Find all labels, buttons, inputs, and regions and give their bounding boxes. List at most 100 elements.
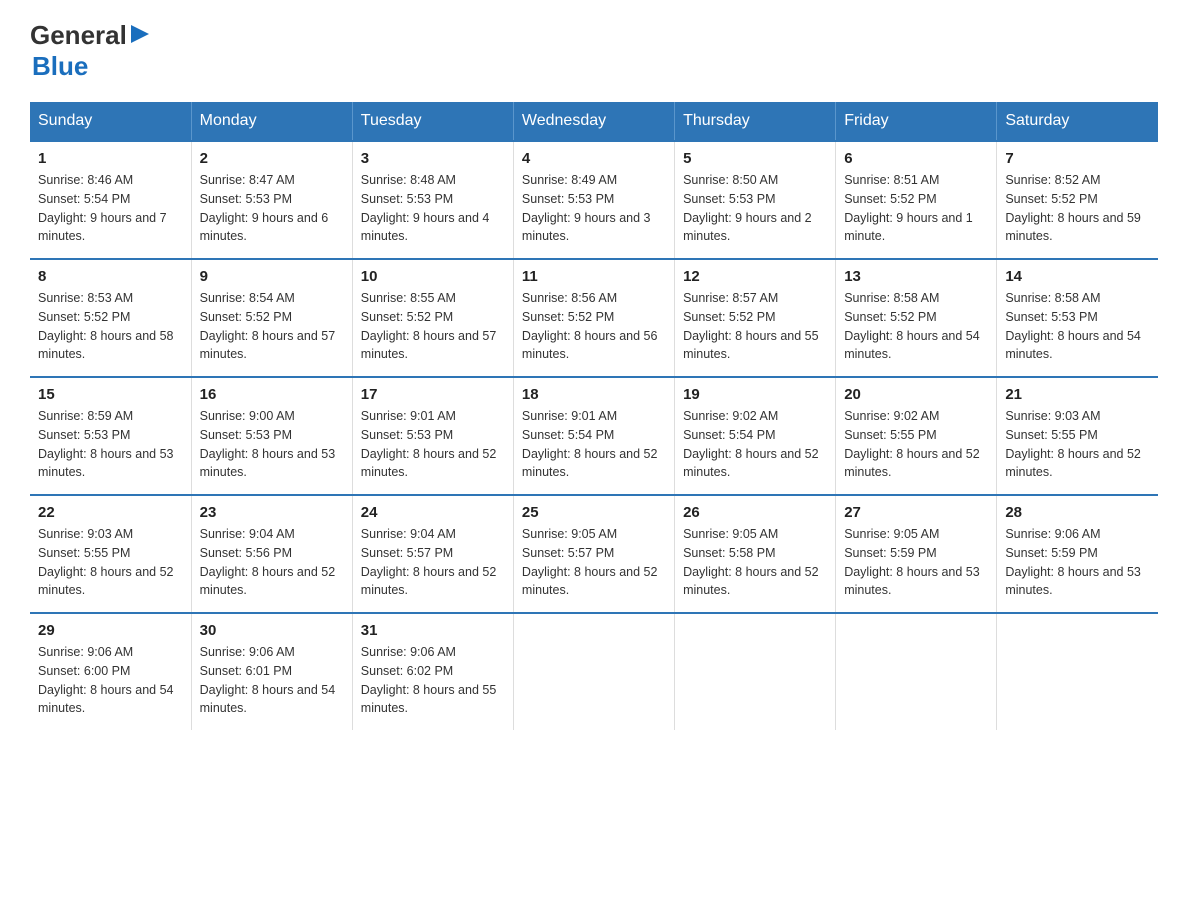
day-number: 12 <box>683 268 827 285</box>
day-number: 16 <box>200 386 344 403</box>
day-info: Sunrise: 9:03 AMSunset: 5:55 PMDaylight:… <box>1005 407 1150 482</box>
calendar-cell: 31 Sunrise: 9:06 AMSunset: 6:02 PMDaylig… <box>352 613 513 730</box>
day-info: Sunrise: 8:59 AMSunset: 5:53 PMDaylight:… <box>38 407 183 482</box>
day-number: 29 <box>38 622 183 639</box>
calendar-cell <box>997 613 1158 730</box>
day-number: 25 <box>522 504 666 521</box>
header-saturday: Saturday <box>997 102 1158 141</box>
day-info: Sunrise: 9:01 AMSunset: 5:54 PMDaylight:… <box>522 407 666 482</box>
day-number: 9 <box>200 268 344 285</box>
day-info: Sunrise: 9:04 AMSunset: 5:57 PMDaylight:… <box>361 525 505 600</box>
calendar-cell: 1 Sunrise: 8:46 AMSunset: 5:54 PMDayligh… <box>30 141 191 259</box>
calendar-cell: 22 Sunrise: 9:03 AMSunset: 5:55 PMDaylig… <box>30 495 191 613</box>
day-number: 18 <box>522 386 666 403</box>
calendar-cell: 25 Sunrise: 9:05 AMSunset: 5:57 PMDaylig… <box>513 495 674 613</box>
day-number: 17 <box>361 386 505 403</box>
day-info: Sunrise: 9:05 AMSunset: 5:59 PMDaylight:… <box>844 525 988 600</box>
day-info: Sunrise: 8:58 AMSunset: 5:52 PMDaylight:… <box>844 289 988 364</box>
day-info: Sunrise: 9:02 AMSunset: 5:54 PMDaylight:… <box>683 407 827 482</box>
day-number: 22 <box>38 504 183 521</box>
logo-blue-text: Blue <box>32 51 88 81</box>
day-info: Sunrise: 8:46 AMSunset: 5:54 PMDaylight:… <box>38 171 183 246</box>
day-number: 21 <box>1005 386 1150 403</box>
calendar-cell <box>675 613 836 730</box>
day-number: 5 <box>683 150 827 167</box>
day-number: 26 <box>683 504 827 521</box>
day-info: Sunrise: 8:57 AMSunset: 5:52 PMDaylight:… <box>683 289 827 364</box>
calendar-cell: 4 Sunrise: 8:49 AMSunset: 5:53 PMDayligh… <box>513 141 674 259</box>
calendar-header-row: SundayMondayTuesdayWednesdayThursdayFrid… <box>30 102 1158 141</box>
calendar-cell: 27 Sunrise: 9:05 AMSunset: 5:59 PMDaylig… <box>836 495 997 613</box>
calendar-cell: 16 Sunrise: 9:00 AMSunset: 5:53 PMDaylig… <box>191 377 352 495</box>
day-number: 15 <box>38 386 183 403</box>
calendar-cell <box>836 613 997 730</box>
logo-arrow-icon <box>129 23 151 45</box>
calendar-week-row: 22 Sunrise: 9:03 AMSunset: 5:55 PMDaylig… <box>30 495 1158 613</box>
calendar-cell: 28 Sunrise: 9:06 AMSunset: 5:59 PMDaylig… <box>997 495 1158 613</box>
day-number: 31 <box>361 622 505 639</box>
day-number: 4 <box>522 150 666 167</box>
calendar-cell <box>513 613 674 730</box>
day-number: 10 <box>361 268 505 285</box>
day-info: Sunrise: 8:50 AMSunset: 5:53 PMDaylight:… <box>683 171 827 246</box>
day-number: 20 <box>844 386 988 403</box>
day-number: 27 <box>844 504 988 521</box>
calendar-cell: 7 Sunrise: 8:52 AMSunset: 5:52 PMDayligh… <box>997 141 1158 259</box>
calendar-cell: 26 Sunrise: 9:05 AMSunset: 5:58 PMDaylig… <box>675 495 836 613</box>
day-info: Sunrise: 8:48 AMSunset: 5:53 PMDaylight:… <box>361 171 505 246</box>
day-info: Sunrise: 8:54 AMSunset: 5:52 PMDaylight:… <box>200 289 344 364</box>
calendar-cell: 23 Sunrise: 9:04 AMSunset: 5:56 PMDaylig… <box>191 495 352 613</box>
day-number: 1 <box>38 150 183 167</box>
header-wednesday: Wednesday <box>513 102 674 141</box>
calendar-cell: 5 Sunrise: 8:50 AMSunset: 5:53 PMDayligh… <box>675 141 836 259</box>
day-number: 14 <box>1005 268 1150 285</box>
day-info: Sunrise: 9:06 AMSunset: 6:00 PMDaylight:… <box>38 643 183 718</box>
calendar-cell: 30 Sunrise: 9:06 AMSunset: 6:01 PMDaylig… <box>191 613 352 730</box>
day-info: Sunrise: 8:53 AMSunset: 5:52 PMDaylight:… <box>38 289 183 364</box>
header-tuesday: Tuesday <box>352 102 513 141</box>
header-sunday: Sunday <box>30 102 191 141</box>
day-info: Sunrise: 9:05 AMSunset: 5:58 PMDaylight:… <box>683 525 827 600</box>
day-number: 24 <box>361 504 505 521</box>
calendar-week-row: 29 Sunrise: 9:06 AMSunset: 6:00 PMDaylig… <box>30 613 1158 730</box>
day-info: Sunrise: 8:56 AMSunset: 5:52 PMDaylight:… <box>522 289 666 364</box>
day-info: Sunrise: 8:47 AMSunset: 5:53 PMDaylight:… <box>200 171 344 246</box>
calendar-cell: 6 Sunrise: 8:51 AMSunset: 5:52 PMDayligh… <box>836 141 997 259</box>
calendar-cell: 17 Sunrise: 9:01 AMSunset: 5:53 PMDaylig… <box>352 377 513 495</box>
calendar-cell: 11 Sunrise: 8:56 AMSunset: 5:52 PMDaylig… <box>513 259 674 377</box>
page-header: General Blue <box>30 20 1158 82</box>
calendar-cell: 18 Sunrise: 9:01 AMSunset: 5:54 PMDaylig… <box>513 377 674 495</box>
day-info: Sunrise: 9:01 AMSunset: 5:53 PMDaylight:… <box>361 407 505 482</box>
day-info: Sunrise: 9:00 AMSunset: 5:53 PMDaylight:… <box>200 407 344 482</box>
calendar-cell: 13 Sunrise: 8:58 AMSunset: 5:52 PMDaylig… <box>836 259 997 377</box>
calendar-cell: 24 Sunrise: 9:04 AMSunset: 5:57 PMDaylig… <box>352 495 513 613</box>
day-number: 7 <box>1005 150 1150 167</box>
day-info: Sunrise: 9:06 AMSunset: 5:59 PMDaylight:… <box>1005 525 1150 600</box>
calendar-cell: 8 Sunrise: 8:53 AMSunset: 5:52 PMDayligh… <box>30 259 191 377</box>
calendar-cell: 2 Sunrise: 8:47 AMSunset: 5:53 PMDayligh… <box>191 141 352 259</box>
logo: General Blue <box>30 20 151 82</box>
day-info: Sunrise: 9:02 AMSunset: 5:55 PMDaylight:… <box>844 407 988 482</box>
calendar-week-row: 15 Sunrise: 8:59 AMSunset: 5:53 PMDaylig… <box>30 377 1158 495</box>
day-number: 2 <box>200 150 344 167</box>
day-number: 13 <box>844 268 988 285</box>
calendar-cell: 10 Sunrise: 8:55 AMSunset: 5:52 PMDaylig… <box>352 259 513 377</box>
header-thursday: Thursday <box>675 102 836 141</box>
day-info: Sunrise: 9:06 AMSunset: 6:01 PMDaylight:… <box>200 643 344 718</box>
day-info: Sunrise: 8:55 AMSunset: 5:52 PMDaylight:… <box>361 289 505 364</box>
calendar-cell: 15 Sunrise: 8:59 AMSunset: 5:53 PMDaylig… <box>30 377 191 495</box>
day-info: Sunrise: 9:03 AMSunset: 5:55 PMDaylight:… <box>38 525 183 600</box>
calendar-cell: 9 Sunrise: 8:54 AMSunset: 5:52 PMDayligh… <box>191 259 352 377</box>
calendar-table: SundayMondayTuesdayWednesdayThursdayFrid… <box>30 102 1158 730</box>
day-info: Sunrise: 8:58 AMSunset: 5:53 PMDaylight:… <box>1005 289 1150 364</box>
day-number: 11 <box>522 268 666 285</box>
day-number: 8 <box>38 268 183 285</box>
calendar-cell: 19 Sunrise: 9:02 AMSunset: 5:54 PMDaylig… <box>675 377 836 495</box>
day-info: Sunrise: 8:49 AMSunset: 5:53 PMDaylight:… <box>522 171 666 246</box>
calendar-cell: 3 Sunrise: 8:48 AMSunset: 5:53 PMDayligh… <box>352 141 513 259</box>
day-number: 19 <box>683 386 827 403</box>
day-info: Sunrise: 9:06 AMSunset: 6:02 PMDaylight:… <box>361 643 505 718</box>
day-number: 28 <box>1005 504 1150 521</box>
calendar-cell: 20 Sunrise: 9:02 AMSunset: 5:55 PMDaylig… <box>836 377 997 495</box>
day-info: Sunrise: 9:04 AMSunset: 5:56 PMDaylight:… <box>200 525 344 600</box>
